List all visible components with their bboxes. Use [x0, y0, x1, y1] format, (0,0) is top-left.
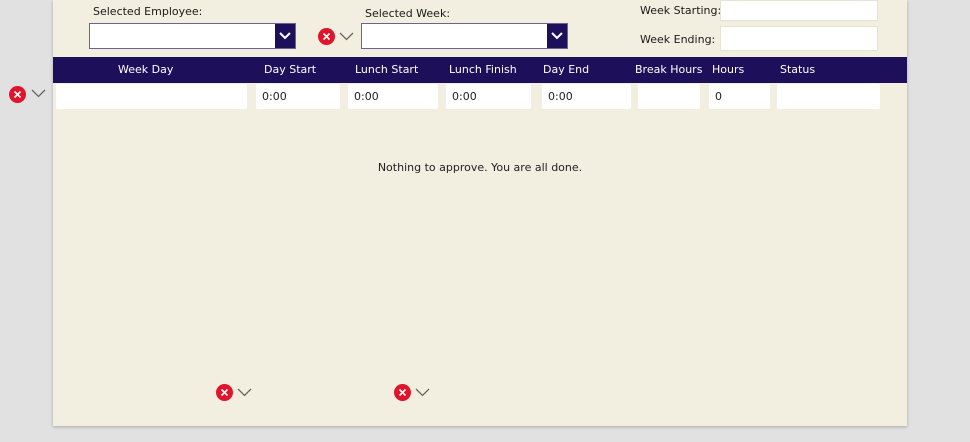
selected-employee-label: Selected Employee: [93, 5, 203, 18]
week-ending-field[interactable] [720, 26, 878, 51]
chevron-down-icon[interactable] [237, 388, 252, 397]
lunch-finish-field[interactable]: 0:00 [446, 84, 531, 109]
table-header: Week Day Day Start Lunch Start Lunch Fin… [53, 57, 907, 83]
chevron-down-icon[interactable] [31, 89, 46, 98]
header-status: Status [780, 63, 816, 76]
selected-week-label: Selected Week: [365, 7, 451, 20]
error-icon[interactable] [318, 28, 335, 45]
break-hours-field[interactable] [638, 84, 700, 109]
error-icon[interactable] [9, 86, 26, 103]
day-start-field[interactable]: 0:00 [256, 84, 340, 109]
timesheet-panel: Selected Employee: Selected Week: Week S… [53, 0, 907, 426]
chevron-down-icon[interactable] [339, 32, 354, 41]
week-ending-label: Week Ending: [640, 33, 716, 46]
employee-dropdown[interactable] [89, 23, 296, 49]
lunch-start-field[interactable]: 0:00 [348, 84, 438, 109]
header-lunch-start: Lunch Start [355, 63, 419, 76]
header-day-end: Day End [543, 63, 590, 76]
chevron-down-icon[interactable] [415, 388, 430, 397]
header-lunch-finish: Lunch Finish [449, 63, 517, 76]
error-icon[interactable] [216, 384, 233, 401]
week-dropdown[interactable] [361, 23, 568, 49]
header-day-start: Day Start [264, 63, 317, 76]
status-field[interactable] [777, 84, 880, 109]
chevron-down-icon[interactable] [275, 24, 295, 48]
header-break-hours: Break Hours [635, 63, 703, 76]
header-week-day: Week Day [118, 63, 174, 76]
error-icon[interactable] [394, 384, 411, 401]
chevron-down-icon[interactable] [547, 24, 567, 48]
week-day-field[interactable] [56, 84, 247, 109]
header-hours: Hours [712, 63, 745, 76]
week-starting-label: Week Starting: [640, 4, 722, 17]
hours-field[interactable]: 0 [709, 84, 770, 109]
empty-message: Nothing to approve. You are all done. [377, 161, 583, 174]
day-end-field[interactable]: 0:00 [542, 84, 631, 109]
week-starting-field[interactable] [720, 0, 878, 21]
